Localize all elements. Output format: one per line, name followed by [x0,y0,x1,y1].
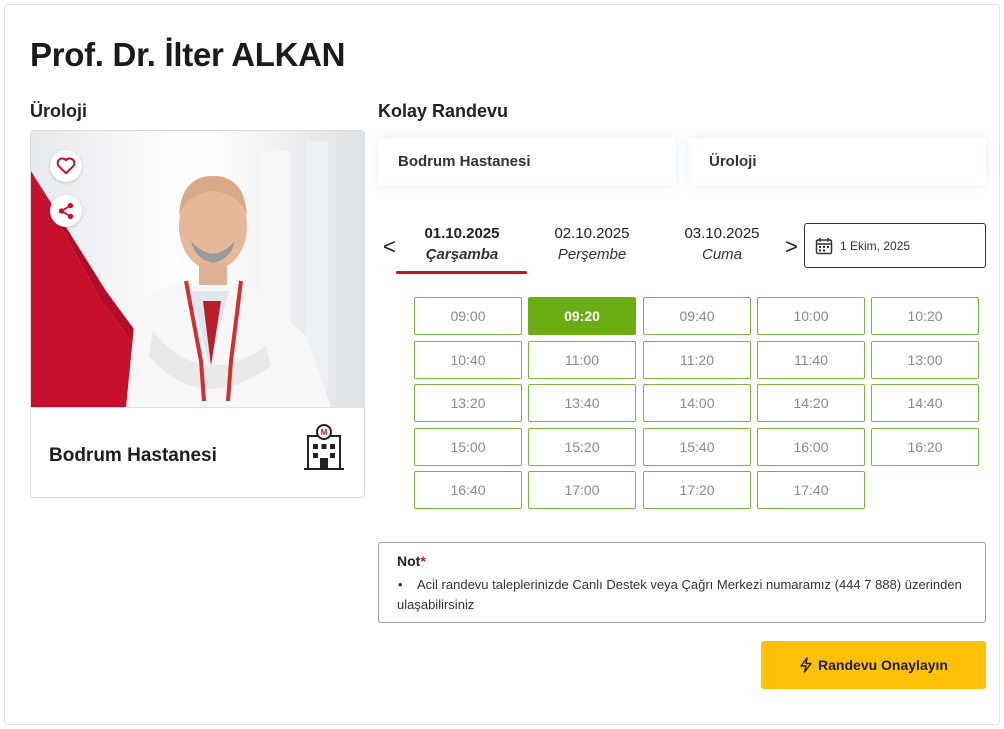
time-slot-button[interactable]: 17:20 [643,471,751,509]
date-tab-date: 01.10.2025 [424,225,500,242]
time-slot-button[interactable]: 10:00 [757,297,865,335]
date-tab-date: 03.10.2025 [684,225,760,242]
active-date-indicator [396,271,527,274]
time-slot-button[interactable]: 11:20 [643,341,751,379]
required-mark: * [420,553,426,569]
note-title: Not* [397,553,967,569]
confirm-button-label: Randevu Onaylayın [818,657,948,673]
note-bullet: • [398,577,403,592]
share-icon [58,202,74,220]
hospital-building-icon: M [302,424,346,475]
time-slot-button[interactable]: 10:20 [871,297,979,335]
time-slot-button[interactable]: 11:00 [528,341,636,379]
department-select[interactable]: Üroloji [689,138,986,186]
time-slot-button[interactable]: 09:40 [643,297,751,335]
confirm-appointment-button[interactable]: Randevu Onaylayın [761,641,986,689]
time-slot-button[interactable]: 09:20 [528,297,636,335]
calendar-icon [815,237,833,254]
date-picker[interactable]: 1 Ekim, 2025 [804,223,986,268]
time-slot-button[interactable]: 16:00 [757,428,865,466]
time-slot-button[interactable]: 16:40 [414,471,522,509]
lightning-icon [800,657,812,673]
date-tab-2[interactable]: 02.10.2025 Perşembe [527,225,657,263]
time-slot-button[interactable]: 15:40 [643,428,751,466]
time-slot-button[interactable]: 14:00 [643,384,751,422]
share-button[interactable] [50,195,82,227]
date-picker-value: 1 Ekim, 2025 [840,238,911,253]
date-tab-3[interactable]: 03.10.2025 Cuma [657,225,787,263]
doctor-name: Prof. Dr. İlter ALKAN [30,36,346,73]
time-slot-button[interactable]: 16:20 [871,428,979,466]
time-slot-button[interactable]: 15:20 [528,428,636,466]
note-box: Not* • Acil randevu taleplerinizde Canlı … [378,542,986,623]
time-slot-button[interactable]: 17:00 [528,471,636,509]
note-text: • Acil randevu taleplerinizde Canlı Deste… [397,575,967,615]
department-label: Üroloji [30,101,87,121]
time-slot-button[interactable]: 11:40 [757,341,865,379]
prev-date-arrow[interactable]: < [383,234,396,260]
note-text-content: Acil randevu taleplerinizde Canlı Destek… [397,577,962,612]
time-slot-button[interactable]: 14:40 [871,384,979,422]
hospital-name: Bodrum Hastanesi [49,445,217,466]
note-title-text: Not [397,553,421,569]
svg-text:M: M [321,428,328,437]
time-slot-button[interactable]: 13:40 [528,384,636,422]
favorite-button[interactable] [50,150,82,182]
heart-icon [56,157,76,175]
date-tab-date: 02.10.2025 [554,225,630,242]
easy-appointment-title: Kolay Randevu [378,101,509,121]
doctor-photo [31,131,364,407]
date-tab-weekday: Perşembe [557,246,627,263]
date-tab-weekday: Çarşamba [425,246,499,263]
time-slot-button[interactable]: 17:40 [757,471,865,509]
time-slot-button[interactable]: 14:20 [757,384,865,422]
time-slot-button[interactable]: 13:20 [414,384,522,422]
date-tab-weekday: Cuma [701,246,742,263]
next-date-arrow[interactable]: > [785,234,798,260]
date-tab-1[interactable]: 01.10.2025 Çarşamba [397,225,527,263]
time-slot-button[interactable]: 13:00 [871,341,979,379]
hospital-select[interactable]: Bodrum Hastanesi [378,138,676,186]
time-slot-button[interactable]: 15:00 [414,428,522,466]
time-slot-button[interactable]: 09:00 [414,297,522,335]
time-slot-button[interactable]: 10:40 [414,341,522,379]
